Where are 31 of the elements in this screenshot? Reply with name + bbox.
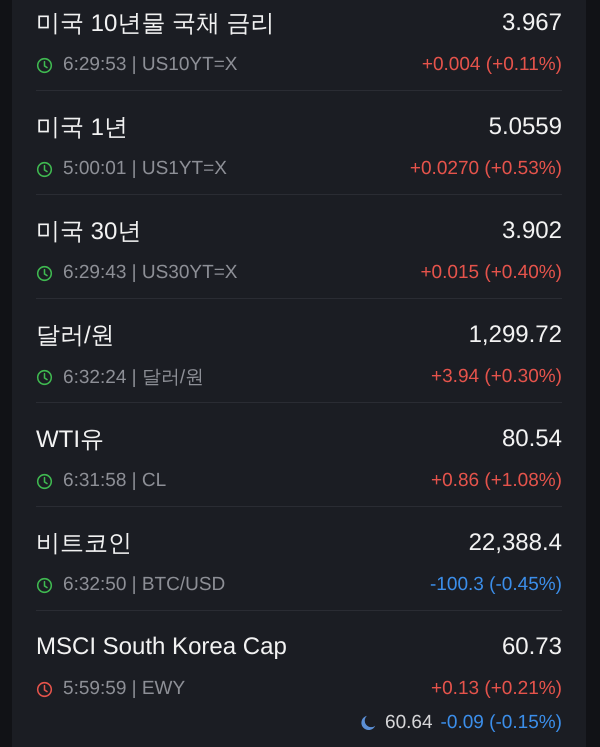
quote-change: -100.3 (-0.45%): [430, 574, 562, 596]
quote-name: 미국 30년: [36, 217, 142, 247]
quote-time-symbol: 5:59:59 | EWY: [63, 678, 186, 700]
quote-price: 1,299.72: [468, 321, 562, 349]
quote-name: 미국 10년물 국채 금리: [36, 9, 275, 39]
after-hours-change: -0.09 (-0.15%): [440, 712, 562, 734]
quote-change: +0.015 (+0.40%): [420, 262, 562, 284]
quote-price: 22,388.4: [468, 529, 562, 557]
quote-name: MSCI South Korea Cap: [36, 633, 287, 661]
quote-price: 3.902: [502, 217, 562, 245]
quote-price: 80.54: [502, 425, 562, 453]
quote-price: 5.0559: [488, 113, 562, 141]
quote-time-symbol: 6:29:43 | US30YT=X: [63, 262, 238, 284]
quote-change: +0.0270 (+0.53%): [410, 158, 562, 180]
quote-time-symbol: 6:31:58 | CL: [63, 470, 166, 492]
quote-change: +0.86 (+1.08%): [431, 470, 562, 492]
quote-change: +3.94 (+0.30%): [431, 366, 562, 388]
quote-time-symbol: 6:32:50 | BTC/USD: [63, 574, 226, 596]
quote-change: +0.13 (+0.21%): [431, 678, 562, 700]
quote-change: +0.004 (+0.11%): [422, 54, 562, 76]
quote-name: WTI유: [36, 425, 104, 455]
quote-time-symbol: 6:29:53 | US10YT=X: [63, 54, 238, 76]
moon-icon: [359, 714, 377, 732]
after-hours-price: 60.64: [385, 712, 433, 734]
quote-time-symbol: 5:00:01 | US1YT=X: [63, 158, 227, 180]
quote-price: 3.967: [502, 9, 562, 37]
quote-name: 미국 1년: [36, 113, 128, 143]
quote-price: 60.73: [502, 633, 562, 661]
quote-name: 달러/원: [36, 321, 115, 351]
quote-time-symbol: 6:32:24 | 달러/원: [63, 366, 204, 390]
quote-name: 비트코인: [36, 529, 132, 559]
